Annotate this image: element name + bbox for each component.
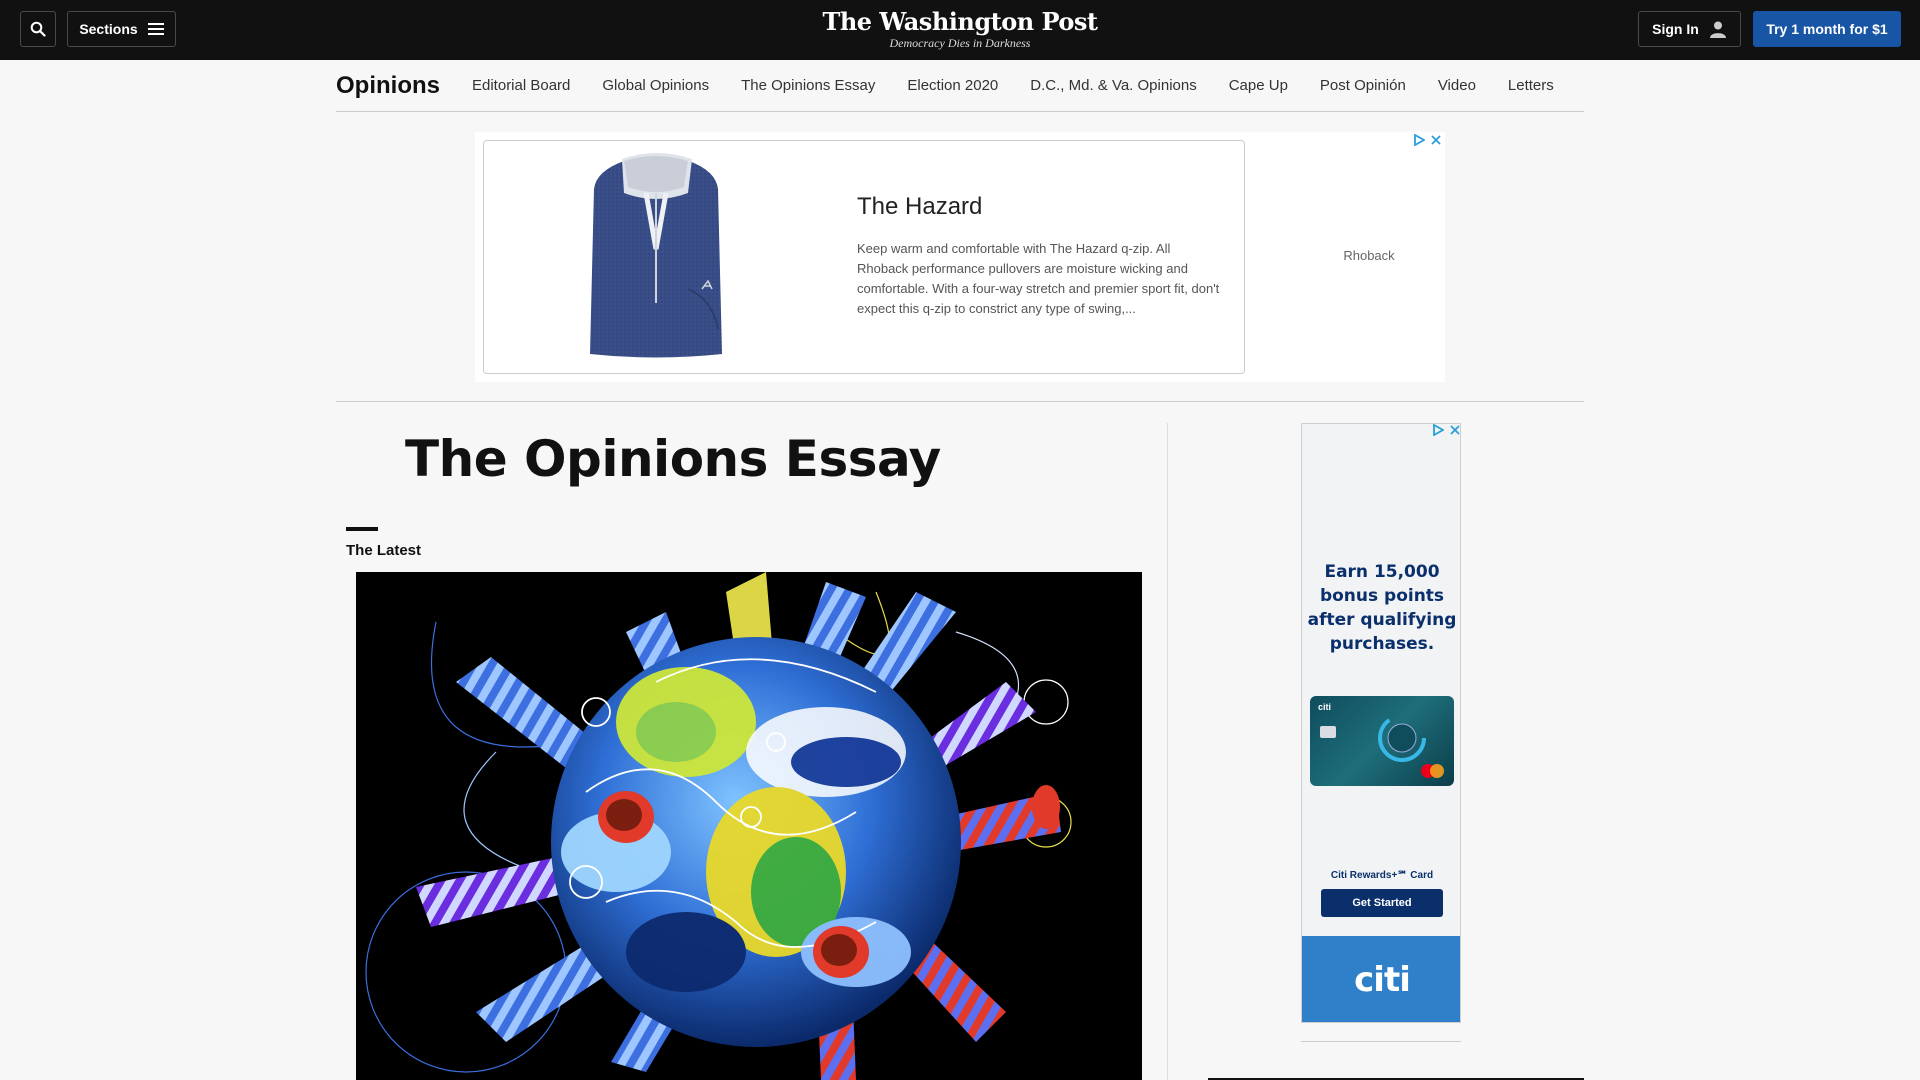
menu-icon	[147, 23, 164, 35]
hero-illustration[interactable]	[356, 572, 1142, 1080]
side-ad-headline[interactable]: Earn 15,000 bonus points after qualifyin…	[1302, 560, 1460, 656]
column-divider	[1167, 423, 1168, 1080]
sections-button[interactable]: Sections	[67, 11, 176, 47]
side-ad-card-name: Citi Rewards+℠ Card	[1330, 870, 1434, 881]
subscribe-button[interactable]: Try 1 month for $1	[1753, 11, 1901, 47]
ad-headline[interactable]: The Hazard	[857, 193, 982, 221]
close-icon[interactable]	[1450, 425, 1460, 435]
nav-item-editorial-board[interactable]: Editorial Board	[472, 77, 570, 94]
divider	[1301, 1041, 1461, 1042]
nav-item-election-2020[interactable]: Election 2020	[907, 77, 998, 94]
brand-name: citi	[1354, 960, 1411, 1000]
logo-tagline: Democracy Dies in Darkness	[889, 36, 1031, 50]
ad-body: Keep warm and comfortable with The Hazar…	[857, 241, 1220, 316]
nav-item-post-opinion[interactable]: Post Opinión	[1320, 77, 1406, 94]
citi-logo[interactable]: citi	[1302, 936, 1460, 1022]
nav-item-letters[interactable]: Letters	[1508, 77, 1554, 94]
nav-item-video[interactable]: Video	[1438, 77, 1476, 94]
section-label: The Latest	[346, 542, 422, 559]
close-icon[interactable]	[1431, 135, 1441, 145]
site-logo[interactable]: The Washington Post Democracy Dies in Da…	[810, 7, 1110, 51]
ad-choices[interactable]	[1414, 134, 1441, 146]
search-icon	[30, 21, 46, 37]
top-bar: Sections The Washington Post Democracy D…	[0, 0, 1920, 60]
section-nav: Opinions Editorial Board Global Opinions…	[336, 60, 1584, 112]
banner-ad[interactable]: The Hazard Keep warm and comfortable wit…	[475, 132, 1445, 382]
sections-label: Sections	[79, 21, 138, 37]
ad-choices-icon	[1433, 424, 1444, 436]
side-ad-choices[interactable]	[1433, 424, 1460, 436]
ad-product-image[interactable]	[584, 149, 729, 364]
nav-item-opinions-essay[interactable]: The Opinions Essay	[741, 77, 875, 94]
sidebar-ad[interactable]: Earn 15,000 bonus points after qualifyin…	[1301, 423, 1461, 1023]
user-icon	[1709, 21, 1726, 38]
search-button[interactable]	[20, 11, 56, 47]
nav-item-cape-up[interactable]: Cape Up	[1229, 77, 1288, 94]
ad-sponsor[interactable]: Rhoback	[1319, 248, 1419, 263]
nav-item-dc-md-va[interactable]: D.C., Md. & Va. Opinions	[1030, 77, 1196, 94]
nav-item-global-opinions[interactable]: Global Opinions	[602, 77, 709, 94]
get-started-button[interactable]: Get Started	[1321, 889, 1443, 917]
ad-choices-icon	[1414, 134, 1425, 146]
ad-card[interactable]: The Hazard Keep warm and comfortable wit…	[483, 140, 1245, 374]
sign-in-button[interactable]: Sign In	[1638, 11, 1741, 47]
page-title: The Opinions Essay	[405, 430, 941, 488]
logo-name: The Washington Post	[822, 7, 1098, 36]
section-accent-bar	[346, 527, 378, 531]
divider	[336, 401, 1584, 402]
nav-section-title[interactable]: Opinions	[336, 72, 440, 100]
svg-text:citi: citi	[1318, 702, 1331, 712]
sign-in-label: Sign In	[1652, 21, 1699, 37]
credit-card-image: citi	[1310, 696, 1454, 786]
